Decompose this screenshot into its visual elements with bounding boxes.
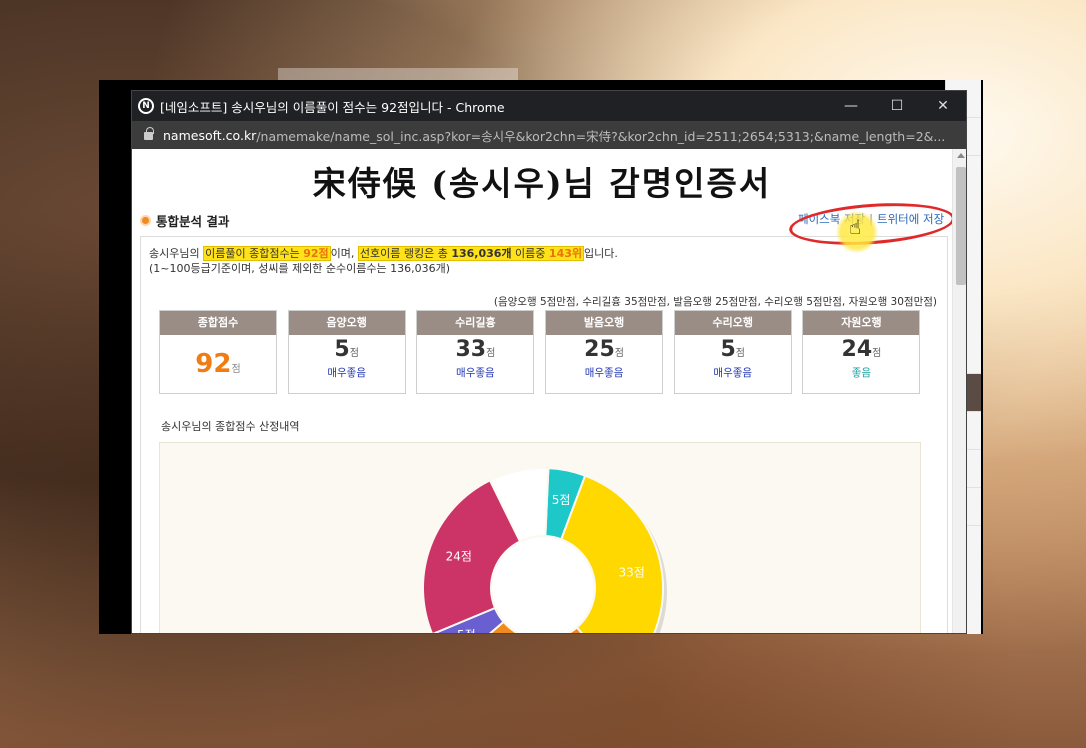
score-card: 발음오행 25점 매우좋음 [545,310,664,394]
minimize-button[interactable]: — [828,98,874,114]
score-unit: 점 [735,348,745,359]
summary-note: (1~100등급기준이며, 성씨를 제외한 순수이름수는 136,036개) [149,262,451,275]
ranking-total: 136,036개 [451,247,512,260]
result-summary-box: 송시우님의 이름풀이 종합점수는 92점 이며, 선호이름 랭킹은 총 136,0… [140,236,948,634]
card-header: 음양오행 [288,311,405,335]
card-score: 5점 [675,339,791,365]
card-grade: 매우좋음 [327,367,366,379]
summary-text: 송시우님의 이름풀이 종합점수는 92점 이며, 선호이름 랭킹은 총 136,0… [149,245,618,261]
summary-text-part: 입니다. [584,247,618,260]
chrome-popup-window: N [네임소프트] 송시우님의 이름풀이 점수는 92점입니다 - Chrome… [131,90,967,634]
title-bar[interactable]: N [네임소프트] 송시우님의 이름풀이 점수는 92점입니다 - Chrome… [132,91,966,121]
window-title: [네임소프트] 송시우님의 이름풀이 점수는 92점입니다 - Chrome [160,99,505,115]
total-score-value: 92점 [303,247,329,260]
maximize-button[interactable]: ☐ [874,98,920,114]
score-unit: 점 [231,364,241,375]
scroll-up-arrow-icon[interactable] [957,153,965,158]
highlight-text: 이름중 [511,247,549,260]
card-score: 24점 [803,339,919,365]
score-card: 음양오행 5점 매우좋음 [287,310,406,394]
score-unit: 점 [872,348,882,359]
url-path: /namemake/name_sol_inc.asp?kor=송시우&kor2c… [256,128,946,144]
lock-icon [144,127,154,140]
score-unit: 점 [349,348,359,359]
card-grade: 매우좋음 [713,367,753,379]
card-grade: 매우좋음 [584,367,624,379]
hand-cursor-icon: ☝ [849,215,862,239]
chart-slice-label: 5점 [457,628,476,634]
score-breakdown-title: 송시우님의 종합점수 산정내역 [161,420,300,433]
score-unit: 점 [614,348,624,359]
score-card: 수리오행 5점 매우좋음 [673,310,792,394]
close-button[interactable]: ✕ [920,98,966,114]
score-unit: 점 [486,348,496,359]
card-header: 수리길흉 [417,311,534,335]
card-score: 92점 [160,349,276,379]
card-header: 발음오행 [546,311,663,335]
address-bar[interactable]: namesoft.co.kr/namemake/name_sol_inc.asp… [132,121,966,149]
ranking-value: 143위 [548,247,583,260]
bullet-icon [140,215,151,226]
card-grade: 좋음 [851,367,872,379]
chart-slice-label: 5점 [552,493,571,507]
background-window-title [278,68,518,80]
score-number: 24 [841,337,873,362]
section-title: 통합분석 결과 [156,214,230,229]
card-score: 5점 [289,339,405,365]
vertical-scrollbar[interactable] [952,149,966,633]
donut-chart: 5점 33점 5점 24점 [422,467,667,634]
score-card: 자원오행 24점 좋음 [802,310,921,394]
scroll-thumb[interactable] [956,167,966,285]
ranking-highlight: 선호이름 랭킹은 총 136,036개 이름중 143위 [357,246,585,261]
namesoft-logo-icon: N [138,98,154,114]
max-score-note: (음양오행 5점만점, 수리길흉 35점만점, 발음오행 25점만점, 수리오행… [493,296,937,308]
total-score-highlight: 이름풀이 종합점수는 92점 [203,246,331,261]
score-number: 5 [720,337,736,362]
certificate-title: 宋侍俁 (송시우)님 감명인증서 [312,164,772,203]
score-cards: 종합점수 92점 음양오행 5점 매우좋음 수리길흉 33점 매우좋음 발음오행… [159,310,921,394]
card-header: 종합점수 [160,311,276,335]
highlight-text: 선호이름 랭킹은 총 [359,247,452,260]
summary-text-part: 이며, [330,247,358,260]
score-number: 92 [195,349,232,379]
card-score: 25점 [546,339,662,365]
chart-slice-label: 33점 [618,565,644,579]
highlight-text: 이름풀이 종합점수는 [205,247,304,260]
card-score: 33점 [417,339,533,365]
score-card: 수리길흉 33점 매우좋음 [416,310,535,394]
score-card-total: 종합점수 92점 [159,310,277,394]
score-number: 33 [455,337,487,362]
score-chart-panel: 5점 33점 5점 24점 [159,442,921,634]
card-header: 자원오행 [803,311,920,335]
section-heading: 통합분석 결과 [140,211,229,230]
summary-text-part: 님의 [179,247,204,260]
chart-slice-label: 24점 [446,549,472,563]
url-host: namesoft.co.kr [163,127,257,143]
score-number: 5 [334,337,350,362]
page-content: 宋侍俁 (송시우)님 감명인증서 통합분석 결과 페이스북 저장|트위터에 저장… [132,149,952,634]
person-name: 송시우 [149,247,180,260]
card-grade: 매우좋음 [456,367,495,379]
score-number: 25 [584,337,615,362]
card-header: 수리오행 [674,311,791,335]
